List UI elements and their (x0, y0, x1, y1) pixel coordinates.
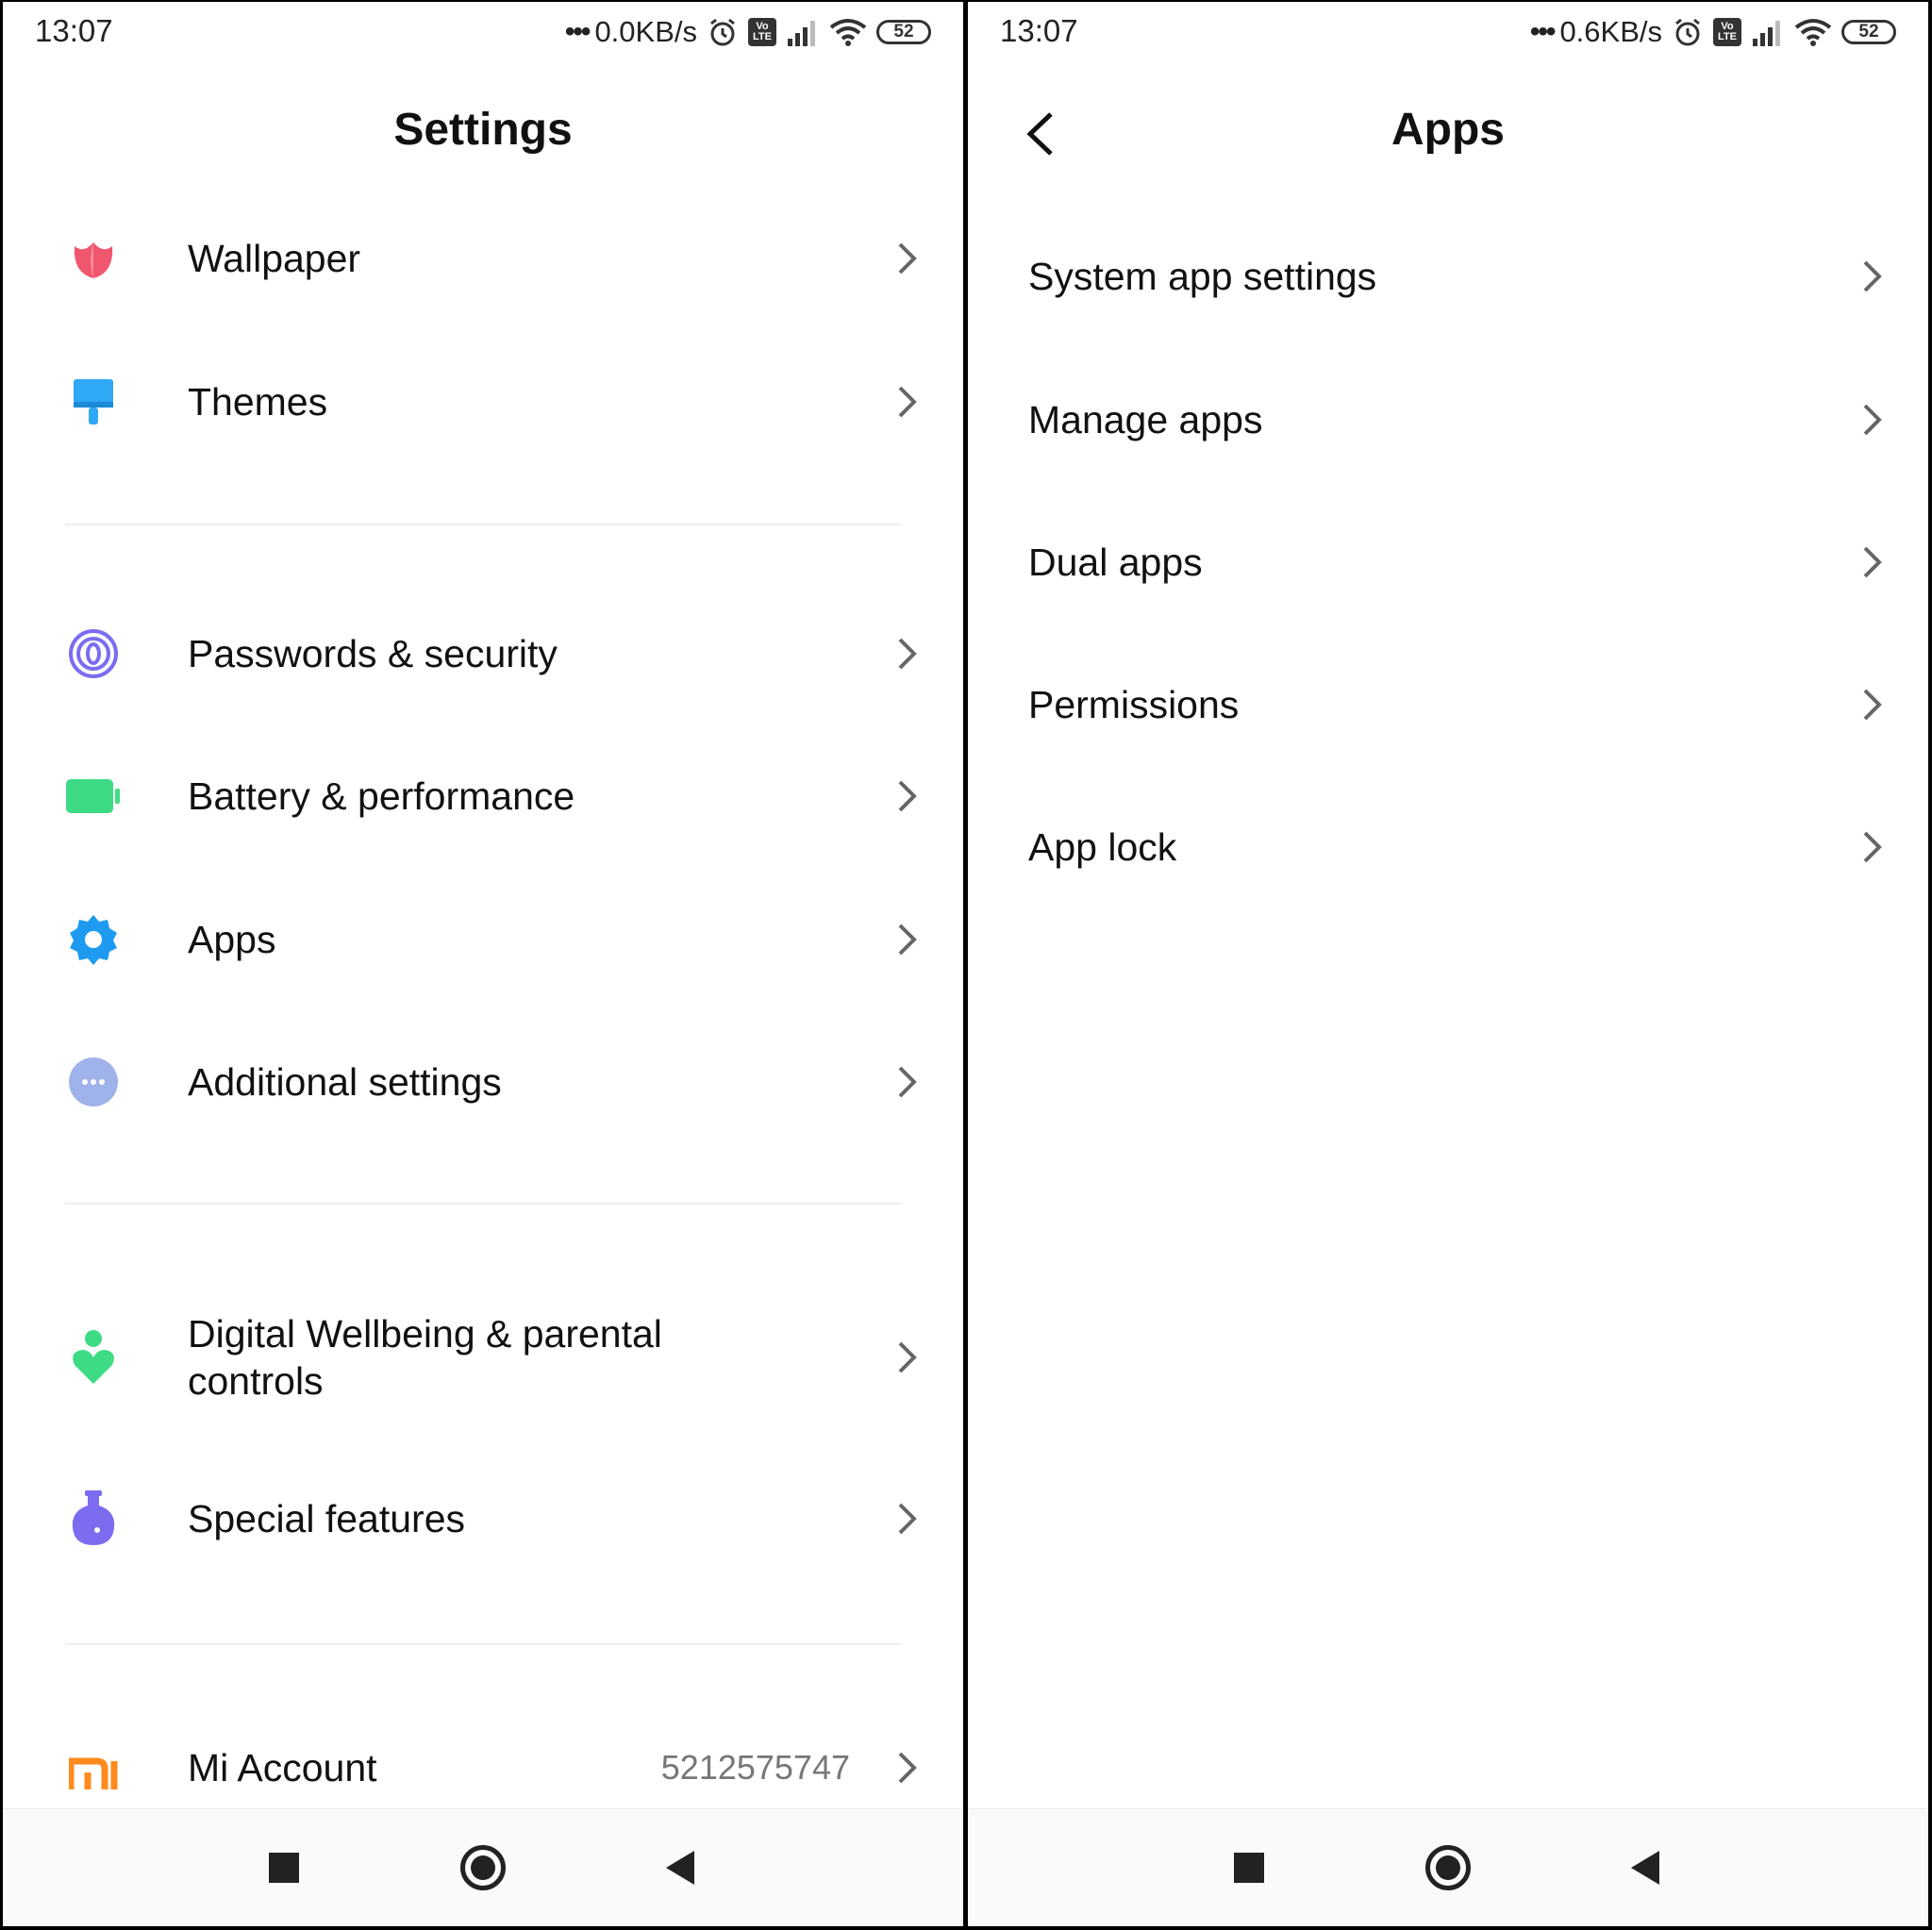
settings-item-digital-wellbeing[interactable]: Digital Wellbeing & parental controls (3, 1298, 963, 1417)
settings-item-label: Mi Account (188, 1746, 377, 1789)
section-divider (65, 1203, 901, 1205)
settings-item-label: Battery & performance (188, 774, 575, 818)
settings-item-themes[interactable]: Themes (3, 345, 963, 458)
wifi-icon (829, 19, 867, 46)
signal-icon (788, 21, 815, 46)
apps-item-app-lock[interactable]: App lock (968, 790, 1928, 904)
alarm-icon (710, 18, 735, 46)
apps-item-system-app-settings[interactable]: System app settings (968, 220, 1928, 333)
chevron-right-icon (898, 242, 917, 275)
navigation-bar (968, 1808, 1928, 1926)
chevron-right-icon (1863, 260, 1882, 292)
chevron-right-icon (898, 638, 917, 670)
chevron-right-icon (898, 780, 917, 812)
wifi-icon (1794, 19, 1832, 46)
tulip-icon (63, 228, 124, 289)
settings-item-label: Additional settings (188, 1060, 502, 1104)
recents-button[interactable] (269, 1853, 299, 1883)
battery-indicator: 52 (1841, 20, 1896, 44)
chevron-right-icon (1863, 546, 1882, 578)
battery-icon (63, 766, 124, 826)
settings-item-special-features[interactable]: Special features (3, 1462, 963, 1575)
network-speed: 0.0KB/s (594, 15, 697, 48)
volte-icon: Vo LTE (748, 18, 776, 46)
settings-item-label: Passwords & security (188, 632, 558, 675)
apps-item-label: Dual apps (1028, 541, 1203, 584)
apps-item-label: System app settings (1028, 255, 1377, 298)
fingerprint-icon (63, 624, 124, 684)
battery-indicator: 52 (876, 20, 931, 44)
chevron-right-icon (898, 923, 917, 956)
chevron-right-icon (898, 1341, 917, 1373)
settings-item-label: Wallpaper (188, 237, 361, 280)
home-button[interactable] (460, 1845, 506, 1890)
back-nav-button[interactable] (1631, 1851, 1659, 1885)
page-title: Apps (1391, 105, 1505, 155)
status-time: 13:07 (1000, 13, 1078, 48)
notification-dots: ••• (1529, 16, 1556, 47)
settings-item-wallpaper[interactable]: Wallpaper (3, 202, 963, 315)
mi-account-id: 5212575747 (660, 1748, 850, 1787)
apps-item-label: App lock (1028, 825, 1177, 869)
chevron-right-icon (898, 1503, 917, 1535)
status-time: 13:07 (35, 13, 113, 48)
home-button[interactable] (1425, 1845, 1471, 1890)
settings-item-label: Apps (188, 918, 276, 961)
settings-item-passwords-security[interactable]: Passwords & security (3, 597, 963, 710)
more-dots-icon (63, 1052, 124, 1112)
settings-item-apps[interactable]: Apps (3, 883, 963, 996)
chevron-right-icon (1863, 831, 1882, 863)
apps-item-dual-apps[interactable]: Dual apps (968, 506, 1928, 619)
apps-item-label: Permissions (1028, 683, 1240, 726)
settings-item-mi-account[interactable]: Mi Account 5212575747 (3, 1711, 963, 1824)
chevron-right-icon (898, 386, 917, 418)
paintbrush-icon (63, 372, 124, 432)
chevron-right-icon (1863, 404, 1882, 436)
chevron-right-icon (1863, 689, 1882, 721)
chevron-right-icon (898, 1752, 917, 1784)
signal-icon (1753, 21, 1780, 46)
status-bar: 13:07 ••• 0.0KB/s Vo LTE 52 (3, 2, 963, 62)
apps-screen: 13:07 ••• 0.6KB/s Vo LTE 52 Apps System … (968, 2, 1928, 1926)
page-title: Settings (393, 105, 573, 155)
status-bar: 13:07 ••• 0.6KB/s Vo LTE 52 (968, 2, 1928, 62)
wellbeing-heart-icon (63, 1327, 124, 1388)
settings-item-additional-settings[interactable]: Additional settings (3, 1025, 963, 1139)
section-divider (65, 1643, 901, 1645)
navigation-bar (3, 1808, 963, 1926)
settings-screen: 13:07 ••• 0.0KB/s Vo LTE 52 Settings Wal… (3, 2, 963, 1926)
flask-icon (63, 1489, 124, 1549)
apps-item-permissions[interactable]: Permissions (968, 648, 1928, 761)
back-nav-button[interactable] (666, 1851, 694, 1885)
settings-item-label: Digital Wellbeing & parental controls (188, 1312, 662, 1403)
chevron-right-icon (898, 1066, 917, 1098)
apps-item-label: Manage apps (1028, 398, 1263, 441)
gear-icon (63, 909, 124, 970)
mi-logo-icon (63, 1738, 124, 1798)
volte-icon: Vo LTE (1713, 18, 1741, 46)
recents-button[interactable] (1234, 1853, 1264, 1883)
settings-item-label: Special features (188, 1497, 466, 1540)
network-speed: 0.6KB/s (1559, 15, 1662, 48)
notification-dots: ••• (564, 16, 591, 47)
section-divider (65, 524, 901, 525)
settings-item-battery-performance[interactable]: Battery & performance (3, 740, 963, 853)
apps-item-manage-apps[interactable]: Manage apps (968, 363, 1928, 476)
alarm-icon (1675, 18, 1700, 46)
settings-item-label: Themes (188, 380, 328, 424)
